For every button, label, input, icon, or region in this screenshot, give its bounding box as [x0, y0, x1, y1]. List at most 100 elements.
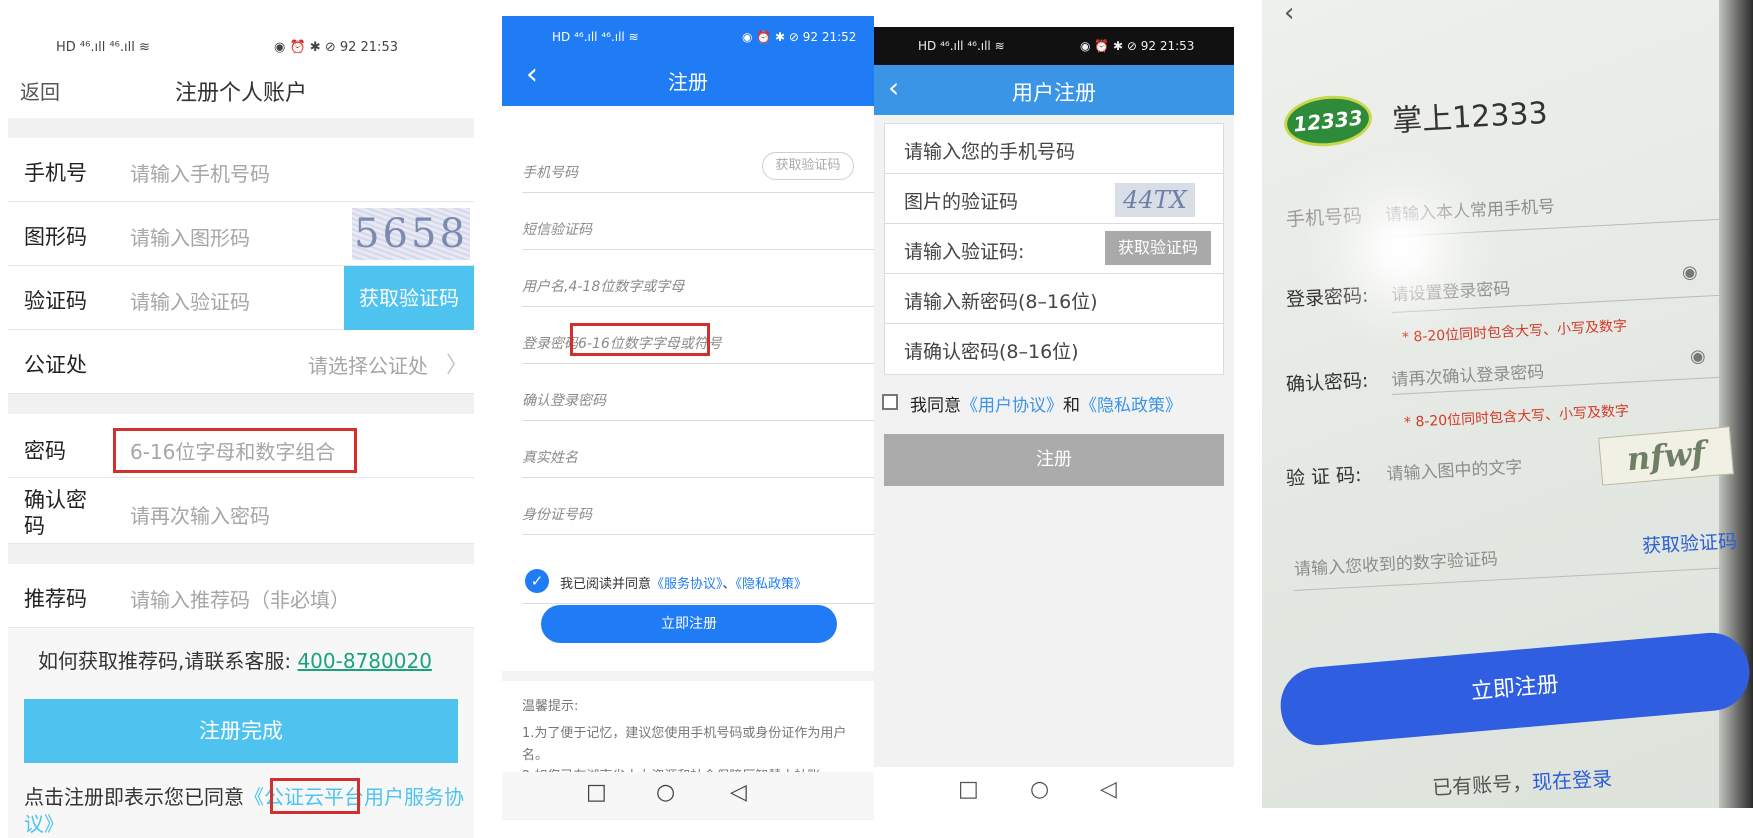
notary-row[interactable]: 公证处 请选择公证处 〉 — [8, 330, 474, 394]
registration-screen-3: HD ⁴⁶.ıll ⁴⁶.ıll ≋ ◉ ⏰ ✱ ⊘ 92 21:53 ‹ 用户… — [874, 27, 1234, 817]
form-box: 请输入您的手机号码 图片的验证码 44TX 请输入验证码: 获取验证码 请输入新… — [884, 123, 1224, 375]
home-icon[interactable]: ○ — [656, 780, 675, 805]
nav-bar: □ ○ ◁ — [502, 772, 874, 819]
signal-icons: HD ⁴⁶.ıll ⁴⁶.ıll ≋ — [552, 30, 639, 44]
submit-button[interactable]: 注册完成 — [24, 699, 458, 763]
password-input[interactable]: 6-16位字母和数字组合 — [130, 436, 335, 465]
phone-input[interactable]: 手机号码 — [522, 162, 578, 182]
registration-screen-4-photo: ‹ 12333 掌上12333 手机号码 请输入本人常用手机号 登录密码: 请设… — [1262, 0, 1753, 808]
page-title: 用户注册 — [1012, 81, 1096, 105]
register-button[interactable]: 立即注册 — [1277, 629, 1753, 749]
highlight-box — [270, 778, 360, 814]
divider — [8, 118, 474, 138]
username-field[interactable]: 用户名,4-18位数字或字母 — [522, 250, 874, 307]
captcha-label: 图形码 — [24, 225, 87, 249]
service-agreement-link[interactable]: 《服务协议》 — [651, 577, 723, 592]
header: 注册个人账户 返回 — [8, 62, 474, 118]
referral-input[interactable]: 请输入推荐码（非必填） — [130, 584, 350, 613]
recent-apps-icon[interactable]: □ — [586, 780, 607, 805]
chevron-right-icon: 〉 — [446, 353, 469, 378]
page-title: 注册 — [668, 70, 708, 94]
code-input[interactable]: 请输入验证码 — [130, 286, 250, 315]
header: ‹ 用户注册 — [874, 65, 1234, 115]
confirm-input[interactable]: 请再次输入密码 — [130, 500, 270, 529]
sms-code-field[interactable]: 短信验证码 — [522, 193, 874, 250]
header: HD ⁴⁶.ıll ⁴⁶.ıll ≋ ◉ ⏰ ✱ ⊘ 92 21:52 ‹ 注册 — [502, 16, 874, 106]
captcha-input[interactable]: 请输入图中的文字 — [1386, 458, 1523, 485]
password-row[interactable]: 密码 6-16位字母和数字组合 — [8, 414, 474, 478]
agree-prefix: 我同意 — [910, 396, 961, 416]
confirm-row[interactable]: 确认密码 请再次输入密码 — [8, 478, 474, 544]
tip-1: 1.为了便于记忆，建议您使用手机号码或身份证作为用户名。 — [522, 726, 847, 763]
new-password-input[interactable]: 请输入新密码(8–16位) — [904, 287, 1098, 314]
home-icon[interactable]: ○ — [1030, 777, 1049, 802]
back-icon[interactable]: ◁ — [730, 780, 747, 805]
eye-icon[interactable]: ◉ — [1682, 262, 1698, 283]
signal-icons: HD ⁴⁶.ıll ⁴⁶.ıll ≋ — [56, 40, 150, 55]
confirm-hint: * 8-20位同时包含大写、小写及数字 — [1403, 403, 1630, 431]
app-logo: 12333 — [1281, 91, 1375, 151]
privacy-policy-link[interactable]: 《隐私政策》 — [736, 577, 808, 592]
captcha-row[interactable]: 验 证 码: 请输入图中的文字 — [1285, 447, 1606, 491]
captcha-image[interactable]: 44TX — [1115, 183, 1195, 217]
confirm-password-row[interactable]: 请确认密码(8–16位) — [885, 324, 1223, 374]
real-name-input[interactable]: 真实姓名 — [522, 447, 578, 467]
code-input[interactable]: 请输入验证码: — [904, 237, 1024, 264]
phone-row[interactable]: 请输入您的手机号码 — [885, 124, 1223, 174]
checkbox-checked-icon[interactable]: ✓ — [525, 569, 549, 593]
confirm-label: 确认密码 — [24, 488, 87, 538]
confirm-password-input[interactable]: 确认登录密码 — [522, 390, 606, 410]
confirm-row[interactable]: 确认密码: 请再次确认登录密码 — [1285, 347, 1726, 397]
phone-field[interactable]: 手机号码 获取验证码 — [522, 136, 874, 193]
captcha-image[interactable]: nfwf — [1598, 426, 1734, 486]
id-number-input[interactable]: 身份证号码 — [522, 504, 592, 524]
sms-code-row[interactable]: 请输入您收到的数字验证码 — [1293, 538, 1624, 580]
login-link[interactable]: 现在登录 — [1531, 766, 1612, 794]
get-code-button[interactable]: 获取验证码 — [762, 152, 854, 180]
sms-code-input[interactable]: 请输入您收到的数字验证码 — [1294, 549, 1499, 580]
confirm-password-input[interactable]: 请确认密码(8–16位) — [904, 337, 1079, 364]
captcha-row[interactable]: 图片的验证码 44TX — [885, 174, 1223, 224]
register-button[interactable]: 立即注册 — [541, 605, 837, 643]
privacy-policy-link[interactable]: 《隐私政策》 — [1080, 396, 1182, 416]
confirm-label: 确认密码: — [1285, 369, 1369, 396]
back-button[interactable]: 返回 — [20, 76, 60, 105]
recent-apps-icon[interactable]: □ — [958, 777, 979, 802]
id-number-field[interactable]: 身份证号码 — [522, 478, 874, 535]
get-code-button[interactable]: 获取验证码 — [344, 266, 474, 330]
agree-checkbox[interactable] — [882, 394, 898, 410]
username-input[interactable]: 用户名,4-18位数字或字母 — [522, 276, 684, 296]
confirm-password-field[interactable]: 确认登录密码 — [522, 364, 874, 421]
get-code-button[interactable]: 获取验证码 — [1641, 527, 1738, 559]
back-arrow-icon[interactable]: ‹ — [1284, 0, 1294, 28]
captcha-image[interactable]: 5658 — [352, 208, 470, 260]
status-bar: HD ⁴⁶.ıll ⁴⁶.ıll ≋ ◉ ⏰ ✱ ⊘ 92 21:53 — [8, 40, 474, 62]
referral-row[interactable]: 推荐码 请输入推荐码（非必填） — [8, 564, 474, 628]
real-name-field[interactable]: 真实姓名 — [522, 421, 874, 478]
new-password-row[interactable]: 请输入新密码(8–16位) — [885, 274, 1223, 324]
phone-label: 手机号 — [24, 161, 87, 185]
help-phone-link[interactable]: 400-8780020 — [297, 649, 431, 673]
captcha-input[interactable]: 请输入图形码 — [130, 222, 250, 251]
phone-row[interactable]: 手机号 请输入手机号码 — [8, 138, 474, 202]
signal-icons: HD ⁴⁶.ıll ⁴⁶.ıll ≋ — [918, 39, 1005, 53]
captcha-input[interactable]: 图片的验证码 — [904, 187, 1018, 214]
get-code-button[interactable]: 获取验证码 — [1105, 231, 1211, 265]
code-row[interactable]: 验证码 请输入验证码 获取验证码 — [8, 266, 474, 330]
sms-code-input[interactable]: 短信验证码 — [522, 219, 592, 239]
login-prefix: 已有账号， — [1431, 770, 1533, 800]
notary-select[interactable]: 请选择公证处 — [308, 350, 428, 379]
eye-icon[interactable]: ◉ — [1690, 346, 1706, 367]
register-button[interactable]: 注册 — [884, 434, 1224, 486]
agreement-text: 我已阅读并同意《服务协议》、《隐私政策》 — [560, 573, 807, 592]
phone-input[interactable]: 请输入手机号码 — [130, 158, 270, 187]
registration-screen-2: HD ⁴⁶.ıll ⁴⁶.ıll ≋ ◉ ⏰ ✱ ⊘ 92 21:52 ‹ 注册… — [502, 16, 874, 820]
phone-input[interactable]: 请输入您的手机号码 — [904, 137, 1075, 164]
captcha-row[interactable]: 图形码 请输入图形码 5658 — [8, 202, 474, 266]
back-icon[interactable]: ◁ — [1100, 777, 1117, 802]
user-agreement-link[interactable]: 《用户协议》 — [961, 396, 1063, 416]
terms-prefix: 点击注册即表示您已同意 — [24, 785, 244, 809]
password-field[interactable]: 登录密码 6-16位数字字母或符号 — [522, 307, 874, 364]
code-row[interactable]: 请输入验证码: 获取验证码 — [885, 224, 1223, 274]
registration-screen-1: HD ⁴⁶.ıll ⁴⁶.ıll ≋ ◉ ⏰ ✱ ⊘ 92 21:53 注册个人… — [8, 0, 474, 838]
